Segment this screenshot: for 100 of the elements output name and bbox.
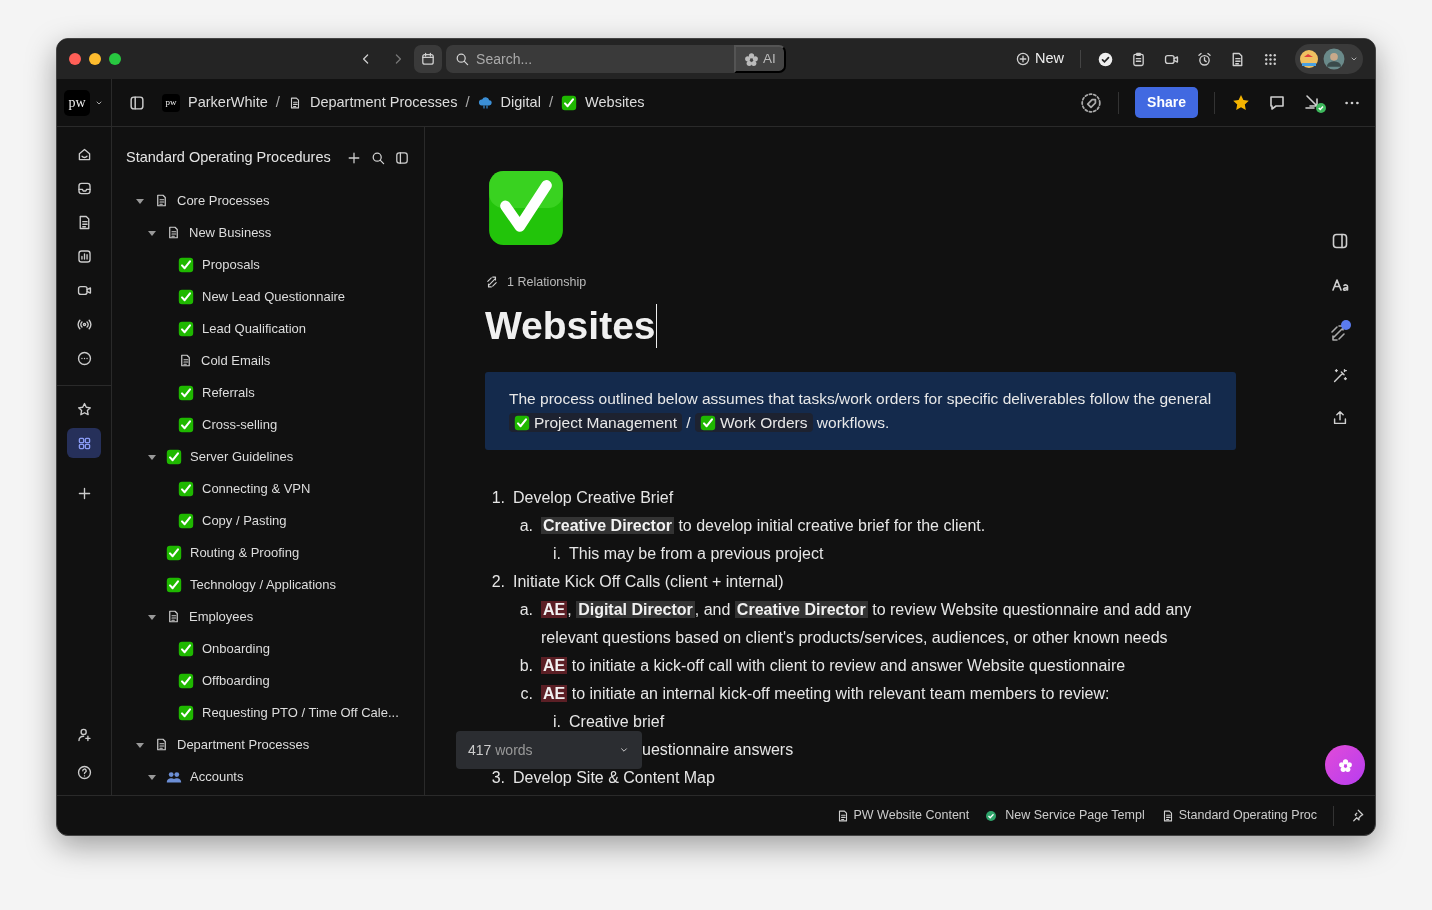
list-marker: c.	[519, 684, 534, 705]
check-icon	[178, 512, 194, 529]
search-field[interactable]: Search...	[446, 45, 735, 73]
pinned-tab[interactable]: PW Website Content	[835, 806, 970, 825]
list-marker: 2.	[490, 572, 506, 593]
tree-item[interactable]: Onboarding	[126, 632, 410, 665]
profile-button[interactable]	[1295, 44, 1363, 74]
page-link[interactable]: Project Management	[509, 413, 683, 433]
check-icon	[166, 576, 182, 593]
tree-item[interactable]: Department Processes	[126, 728, 410, 761]
task-icon[interactable]	[1097, 50, 1114, 68]
ai-button[interactable]: AI	[734, 45, 786, 73]
window-control[interactable]	[69, 53, 81, 65]
text-cursor	[655, 304, 657, 349]
list-marker: 3.	[490, 768, 506, 789]
check-icon	[166, 448, 182, 465]
tree-item[interactable]: Accounts	[126, 760, 410, 793]
share-icon[interactable]	[1331, 409, 1349, 427]
breadcrumb-link[interactable]: Department Processes	[287, 91, 458, 114]
tree-item[interactable]: Copy / Pasting	[126, 504, 410, 537]
magic-wand-icon[interactable]	[1331, 367, 1349, 385]
ai-assistant-button[interactable]	[1325, 745, 1365, 785]
list-item-text: uestionnaire answers	[642, 740, 794, 761]
tree-item[interactable]: Server Guidelines	[126, 440, 410, 473]
beach-icon	[1299, 49, 1319, 69]
panel-icon[interactable]	[1330, 231, 1350, 251]
new-button[interactable]: New	[1015, 48, 1064, 70]
check-icon	[178, 320, 194, 337]
callout-text: The process outlined below assumes that tasks/work orders for specific deliverables follow the general	[509, 390, 1212, 408]
pinned-tab[interactable]: Standard Operating Proc	[1160, 806, 1317, 825]
tree-item[interactable]: Requesting PTO / Time Off Cale...	[126, 696, 410, 729]
spaces-icon[interactable]	[67, 428, 101, 458]
tree-item[interactable]: Routing & Proofing	[126, 536, 410, 569]
flower-icon	[1337, 757, 1353, 773]
list-marker: 1.	[490, 488, 506, 509]
tag-icon[interactable]	[1080, 91, 1103, 114]
share-button[interactable]: Share	[1135, 87, 1198, 118]
page-title: Websites	[485, 304, 656, 348]
list-item-text: Develop Site & Content Map	[513, 768, 715, 789]
flower-icon	[744, 51, 760, 67]
relationship-icon	[485, 275, 499, 290]
list-item-text: AE to initiate a kick-off call with client to review and answer Website questionnaire	[541, 656, 1126, 677]
list-item-text: This may be from a previous project	[569, 544, 824, 565]
pin-icon[interactable]	[1350, 808, 1365, 823]
tree-item[interactable]: Lead Qualification	[126, 312, 410, 345]
clipboard-icon[interactable]	[1130, 50, 1147, 68]
check-icon	[178, 384, 194, 401]
breadcrumb-separator: /	[548, 92, 554, 113]
check-icon	[178, 672, 194, 689]
list-marker: a.	[518, 516, 534, 537]
list-item-text: Initiate Kick Off Calls (client + internal)	[513, 572, 784, 593]
tree-item[interactable]: New Business	[126, 216, 410, 249]
workspace-logo: pw	[162, 93, 180, 112]
check-icon	[178, 288, 194, 305]
word-count-dropdown[interactable]: 417 words	[456, 731, 642, 769]
check-icon	[178, 704, 194, 721]
check-icon	[178, 640, 194, 657]
alarm-icon[interactable]	[1196, 50, 1213, 68]
check-icon	[178, 416, 194, 433]
list-marker: i.	[552, 544, 562, 565]
list-item-text: Develop Creative Brief	[513, 488, 674, 509]
list-marker: i.	[552, 712, 562, 733]
window-control[interactable]	[89, 53, 101, 65]
tree-item[interactable]: Cold Emails	[126, 344, 410, 377]
tree-item[interactable]: Cross-selling	[126, 408, 410, 441]
window-control[interactable]	[109, 53, 121, 65]
check-icon	[166, 544, 182, 561]
sidebar-toggle-icon[interactable]	[394, 149, 410, 166]
tree-item[interactable]: Employees	[126, 600, 410, 633]
relationship-icon[interactable]	[1328, 319, 1352, 343]
tree-item[interactable]: Offboarding	[126, 664, 410, 697]
relationship-link[interactable]: 1 Relationship	[485, 273, 587, 292]
calendar-icon	[420, 51, 437, 67]
breadcrumb-link[interactable]: Websites	[561, 91, 645, 114]
sidebar-title: Standard Operating Procedures	[126, 148, 332, 167]
check-icon	[514, 415, 530, 432]
calendar-button[interactable]	[414, 45, 443, 73]
workspace-logo[interactable]: pw	[64, 89, 90, 116]
breadcrumb-separator: /	[275, 92, 280, 113]
page-link[interactable]: Work Orders	[694, 413, 813, 433]
pinned-tab[interactable]: New Service Page Templ	[985, 806, 1145, 825]
tree-item[interactable]: New Lead Questionnaire	[126, 280, 410, 313]
tree-item[interactable]: Connecting & VPN	[126, 472, 410, 505]
tree-item[interactable]: Core Processes	[126, 184, 410, 217]
callout-text: workflows.	[816, 414, 890, 432]
list-item-text: Creative brief	[569, 712, 665, 733]
cloud-icon	[477, 95, 493, 110]
document-icon	[178, 353, 193, 369]
tree-item[interactable]: Referrals	[126, 376, 410, 409]
breadcrumb-link[interactable]: pw ParkerWhite	[162, 91, 268, 114]
status-icon	[985, 809, 998, 822]
document-icon	[154, 193, 169, 209]
tree-item[interactable]: Proposals	[126, 248, 410, 281]
sidebar-toggle-icon[interactable]	[128, 93, 146, 112]
callout-text: /	[686, 414, 691, 432]
list-marker: b.	[518, 656, 534, 677]
breadcrumb-link[interactable]: Digital	[477, 91, 541, 114]
search-icon	[454, 51, 471, 67]
check-icon	[178, 256, 194, 273]
tree-item[interactable]: Technology / Applications	[126, 568, 410, 601]
